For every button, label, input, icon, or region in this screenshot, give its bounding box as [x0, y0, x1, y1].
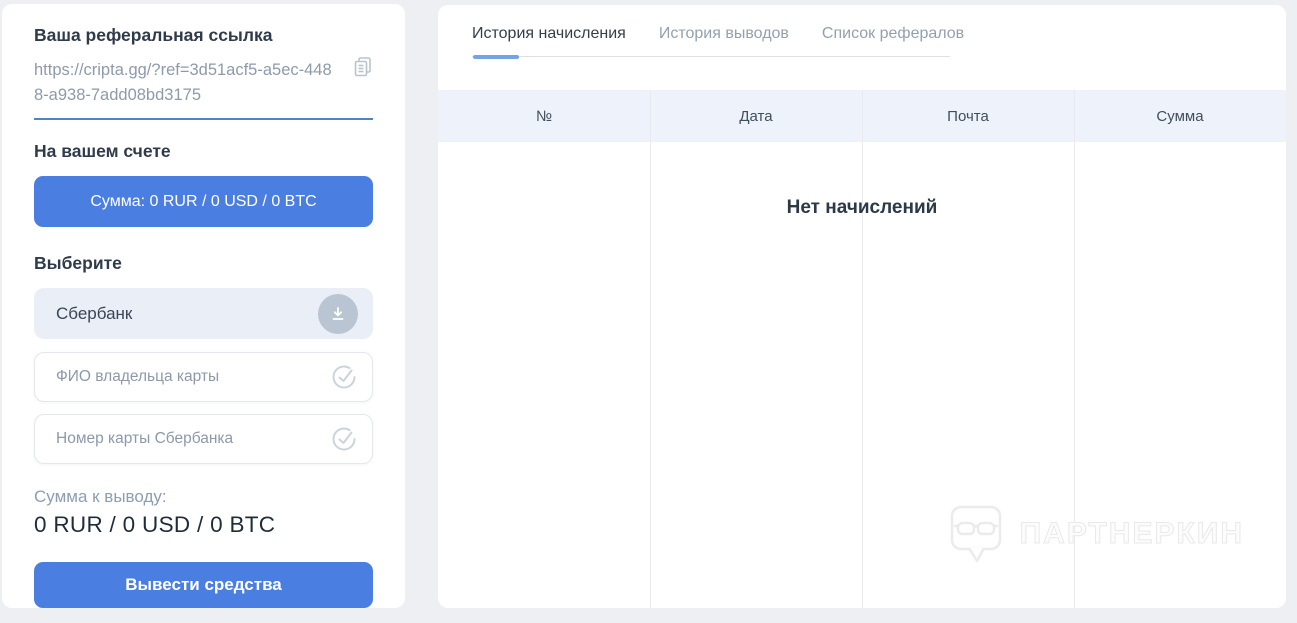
withdraw-sum-value: 0 RUR / 0 USD / 0 BTC [34, 512, 276, 537]
download-circle-icon [318, 293, 358, 334]
check-circle-icon [331, 426, 357, 457]
tab-referral-list[interactable]: Список рефералов [822, 25, 964, 43]
withdraw-sum-label: Сумма к выводу: [34, 487, 167, 506]
column-header-email: Почта [947, 107, 989, 125]
partnerkin-logo-icon [950, 503, 1006, 570]
column-header-date: Дата [739, 107, 773, 125]
withdraw-panel: Ваша реферальная ссылка https://cripta.g… [2, 4, 405, 608]
column-divider [650, 90, 651, 608]
watermark-text: ПАРТНЕРКИН [1019, 516, 1244, 550]
column-divider [862, 90, 863, 608]
account-title: На вашем счете [34, 141, 171, 161]
card-number-input[interactable] [34, 414, 373, 464]
card-number-field-wrap [34, 414, 373, 464]
referral-link[interactable]: https://cripta.gg/?ref=3d51acf5-a5ec-448… [34, 58, 339, 108]
column-header-amount: Сумма [1156, 107, 1204, 125]
accrual-table: № Дата Почта Сумма Нет начислений ПАРТНЕ… [438, 90, 1286, 608]
table-body: Нет начислений ПАРТНЕРКИН [438, 90, 1286, 608]
bank-select-value: Сбербанк [56, 303, 133, 323]
watermark: ПАРТНЕРКИН [950, 503, 1244, 570]
card-owner-input[interactable] [34, 352, 373, 402]
column-header-number: № [535, 107, 553, 125]
referral-link-row: https://cripta.gg/?ref=3d51acf5-a5ec-448… [34, 56, 373, 120]
choose-title: Выберите [34, 253, 122, 273]
referral-link-title: Ваша реферальная ссылка [34, 25, 273, 45]
check-circle-icon [331, 364, 357, 395]
tab-withdrawal-history[interactable]: История выводов [659, 25, 789, 43]
card-owner-field-wrap [34, 352, 373, 402]
tab-accrual-history[interactable]: История начисления [472, 25, 626, 59]
copy-icon[interactable] [353, 56, 373, 83]
bank-select[interactable]: Сбербанк [34, 288, 373, 339]
history-panel: История начисления История выводов Списо… [438, 5, 1286, 608]
balance-pill[interactable]: Сумма: 0 RUR / 0 USD / 0 BTC [34, 176, 373, 227]
empty-state-text: Нет начислений [786, 197, 938, 218]
column-divider [1074, 90, 1075, 608]
withdraw-button[interactable]: Вывести средства [34, 562, 373, 608]
tabs: История начисления История выводов Списо… [472, 25, 964, 59]
